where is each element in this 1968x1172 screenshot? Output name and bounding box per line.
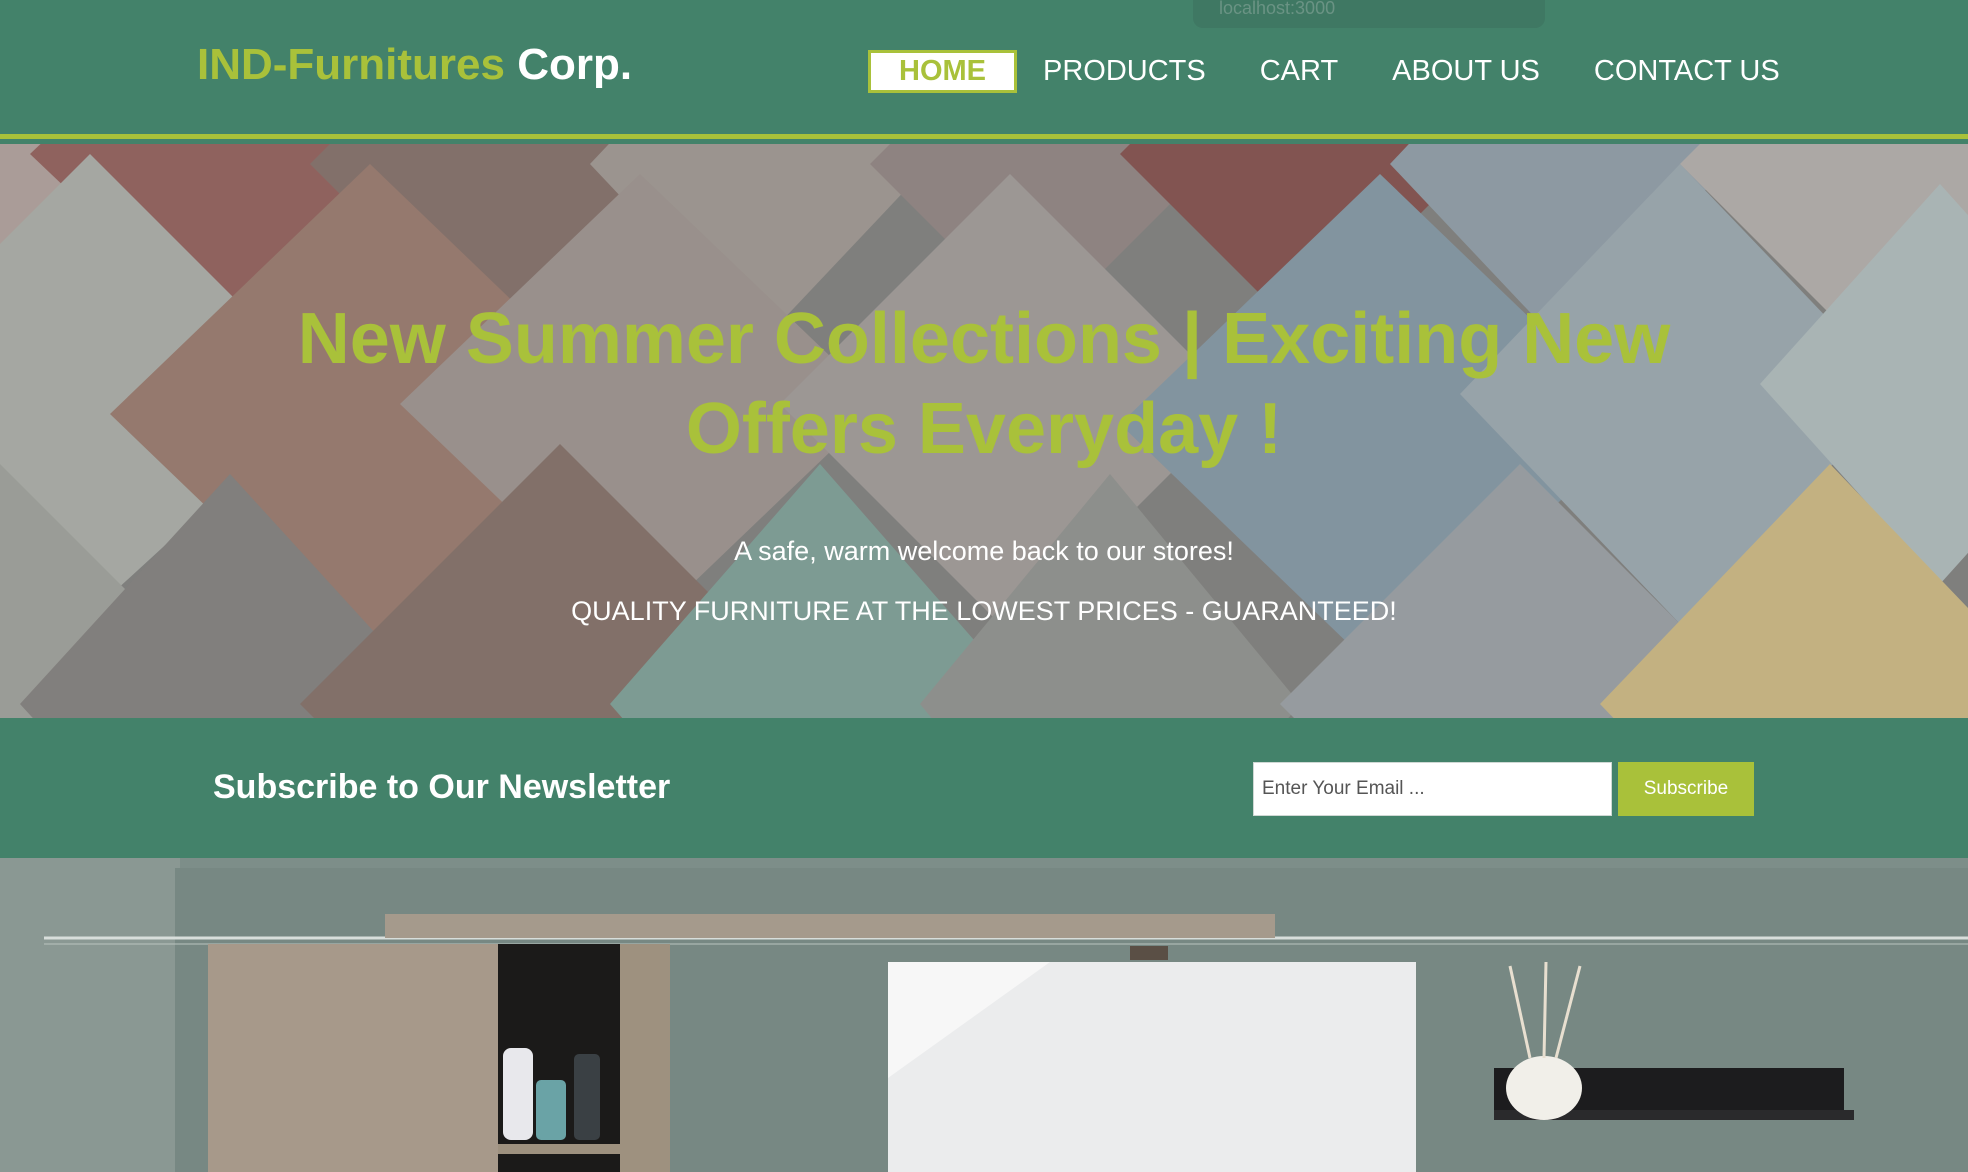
newsletter-email-input[interactable] (1253, 762, 1612, 816)
newsletter-title: Subscribe to Our Newsletter (213, 768, 671, 806)
brand-name-primary: IND-Furnitures (197, 40, 505, 89)
bathroom-furniture-illustration (0, 858, 1968, 1172)
nav-item-products[interactable]: PRODUCTS (1043, 55, 1206, 88)
brand-name-secondary: Corp. (517, 40, 633, 89)
url-tooltip: localhost:3000 (1193, 0, 1545, 28)
hero-subtitle: A safe, warm welcome back to our stores! (734, 536, 1234, 566)
site-header: localhost:3000 IND-Furnitures Corp. HOME… (0, 0, 1968, 139)
hero-title: New Summer Collections | Exciting New Of… (297, 299, 1671, 469)
subscribe-button[interactable]: Subscribe (1618, 762, 1754, 816)
nav-item-home[interactable]: HOME (868, 50, 1017, 93)
brand-logo[interactable]: IND-Furnitures Corp. (197, 40, 632, 90)
product-banner-image (0, 858, 1968, 1172)
hero-tagline: QUALITY FURNITURE AT THE LOWEST PRICES -… (571, 596, 1397, 626)
hero-banner: New Summer Collections | Exciting New Of… (0, 144, 1968, 718)
newsletter-section: Subscribe to Our Newsletter Subscribe (0, 718, 1968, 858)
nav-item-contact-us[interactable]: CONTACT US (1594, 55, 1780, 88)
nav-item-about-us[interactable]: ABOUT US (1392, 55, 1540, 88)
main-nav: HOME PRODUCTS CART ABOUT US CONTACT US (868, 50, 1780, 93)
nav-item-cart[interactable]: CART (1260, 55, 1338, 88)
